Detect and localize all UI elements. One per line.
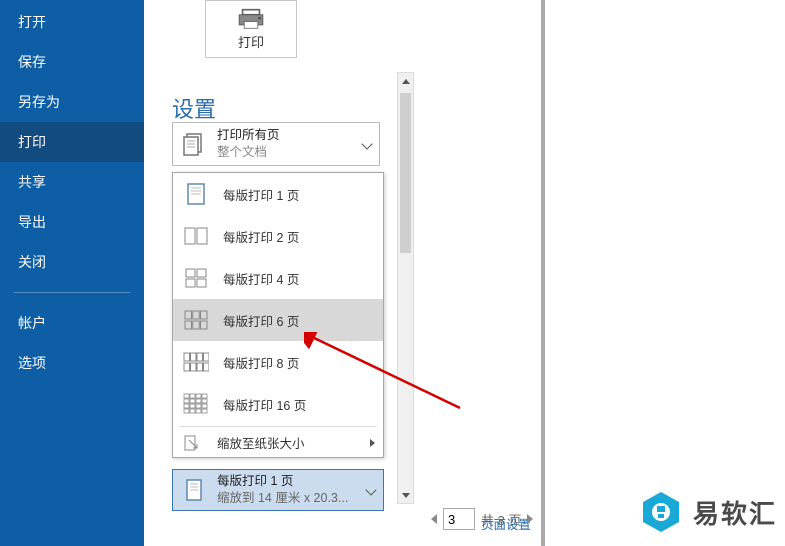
print-settings-panel: 打印 设置 打印所有页 整个文档 (144, 0, 545, 546)
chevron-down-icon (361, 138, 372, 149)
pages-per-sheet-dropdown-menu: 每版打印 1 页 每版打印 2 页 每版打印 4 页 每版打印 6 页 (172, 172, 384, 458)
brand-watermark: 易软汇 (639, 490, 777, 534)
sidebar-separator (14, 292, 130, 293)
brand-icon (639, 490, 683, 534)
sidebar-item-close[interactable]: 关闭 (0, 242, 144, 282)
print-button-label: 打印 (238, 32, 264, 51)
menu-item-2-pages[interactable]: 每版打印 2 页 (173, 215, 383, 257)
page-total-label: 共 3 页 (481, 510, 521, 529)
print-button[interactable]: 打印 (205, 0, 297, 58)
sidebar-item-options[interactable]: 选项 (0, 343, 144, 383)
scale-paper-icon (183, 434, 201, 452)
scroll-thumb[interactable] (400, 93, 411, 253)
grid-6-icon (183, 309, 209, 331)
sidebar-item-account[interactable]: 帐户 (0, 303, 144, 343)
pages-icon (181, 131, 207, 157)
printer-icon (237, 8, 265, 30)
chevron-right-icon (370, 439, 375, 447)
sidebar-item-print[interactable]: 打印 (0, 122, 144, 162)
app-root: 打开 保存 另存为 打印 共享 导出 关闭 帐户 选项 打印 设置 (0, 0, 785, 546)
menu-item-1-page[interactable]: 每版打印 1 页 (173, 173, 383, 215)
arrow-down-icon (402, 493, 410, 498)
grid-8-icon (183, 351, 209, 373)
print-range-dropdown[interactable]: 打印所有页 整个文档 (172, 122, 380, 166)
grid-1-icon (183, 183, 209, 205)
grid-4-icon (183, 267, 209, 289)
grid-2-icon (183, 225, 209, 247)
menu-item-fit-paper[interactable]: 缩放至纸张大小 (173, 428, 383, 457)
menu-item-16-pages[interactable]: 每版打印 16 页 (173, 383, 383, 425)
sidebar-item-open[interactable]: 打开 (0, 2, 144, 42)
sidebar-item-saveas[interactable]: 另存为 (0, 82, 144, 122)
arrow-up-icon (402, 79, 410, 84)
sidebar-item-save[interactable]: 保存 (0, 42, 144, 82)
scroll-down-button[interactable] (398, 487, 413, 503)
page-number-input[interactable] (443, 508, 475, 530)
settings-scrollbar[interactable] (397, 72, 414, 504)
chevron-down-icon (365, 484, 376, 495)
scroll-up-button[interactable] (398, 73, 413, 89)
sidebar-item-export[interactable]: 导出 (0, 202, 144, 242)
menu-item-6-pages[interactable]: 每版打印 6 页 (173, 299, 383, 341)
next-page-button[interactable] (527, 514, 533, 524)
grid-16-icon (183, 393, 209, 415)
pages-per-sheet-dropdown[interactable]: 每版打印 1 页 缩放到 14 厘米 x 20.3... (172, 469, 384, 511)
page-navigation: 共 3 页 (431, 508, 533, 530)
sidebar-item-share[interactable]: 共享 (0, 162, 144, 202)
prev-page-button[interactable] (431, 514, 437, 524)
menu-item-4-pages[interactable]: 每版打印 4 页 (173, 257, 383, 299)
backstage-sidebar: 打开 保存 另存为 打印 共享 导出 关闭 帐户 选项 (0, 0, 144, 546)
brand-text: 易软汇 (693, 494, 777, 531)
menu-item-8-pages[interactable]: 每版打印 8 页 (173, 341, 383, 383)
settings-heading: 设置 (172, 92, 216, 124)
page-icon (181, 477, 207, 503)
